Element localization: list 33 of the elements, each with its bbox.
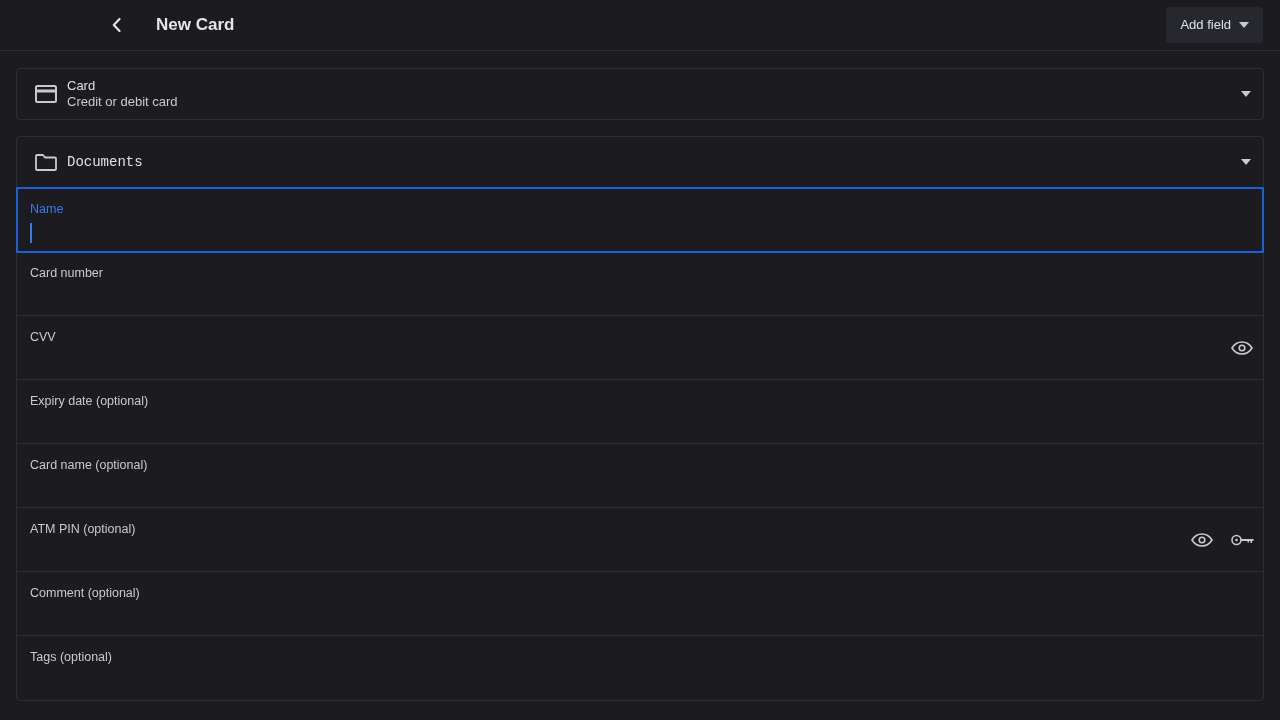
field-label: Card number: [30, 265, 104, 281]
input-field[interactable]: Expiry date (optional): [17, 380, 1263, 444]
field-label: ATM PIN (optional): [30, 521, 137, 537]
eye-icon: [1191, 532, 1213, 547]
folder-name: Documents: [67, 152, 144, 172]
dropdown-caret-icon: [1241, 91, 1251, 97]
field-label: Tags (optional): [30, 649, 113, 665]
text-cursor: [30, 223, 32, 243]
item-type-title: Card: [67, 78, 97, 94]
input-field[interactable]: Tags (optional): [17, 636, 1263, 700]
page-title: New Card: [156, 14, 235, 37]
field-label: Card name (optional): [30, 457, 149, 473]
folder-selector[interactable]: Documents: [17, 137, 1263, 188]
credit-card-icon: [35, 85, 57, 103]
field-label: CVV: [30, 329, 57, 345]
field-label: Expiry date (optional): [30, 393, 150, 409]
item-type-selector[interactable]: Card Credit or debit card: [16, 68, 1264, 120]
input-field[interactable]: Name: [17, 188, 1263, 252]
input-field[interactable]: CVV: [17, 316, 1263, 380]
back-icon: [111, 18, 121, 32]
field-label: Name: [30, 201, 65, 217]
input-field[interactable]: Comment (optional): [17, 572, 1263, 636]
folder-icon: [35, 153, 57, 171]
caret-icon: [1239, 22, 1249, 28]
key-icon: [1230, 533, 1254, 546]
item-type-subtitle: Credit or debit card: [67, 94, 179, 110]
eye-icon: [1231, 340, 1253, 355]
dropdown-caret-icon: [1241, 159, 1251, 165]
input-field[interactable]: Card name (optional): [17, 444, 1263, 508]
input-field[interactable]: ATM PIN (optional): [17, 508, 1263, 572]
add-field-button[interactable]: Add field: [1166, 7, 1263, 43]
input-field[interactable]: Card number: [17, 252, 1263, 316]
field-label: Comment (optional): [30, 585, 141, 601]
